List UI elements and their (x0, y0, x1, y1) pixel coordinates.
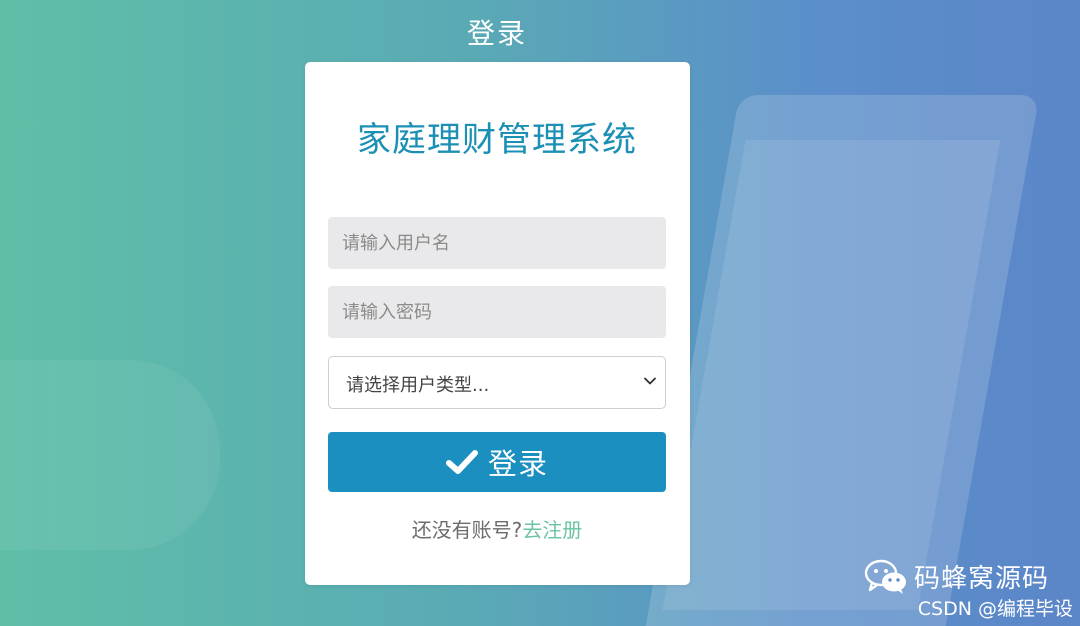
password-input[interactable] (328, 286, 666, 338)
login-button[interactable]: 登录 (328, 432, 666, 492)
user-type-select[interactable]: 请选择用户类型... (328, 356, 666, 409)
check-icon (445, 450, 478, 474)
system-title: 家庭理财管理系统 (357, 120, 637, 160)
chevron-down-icon (644, 377, 656, 385)
register-prompt-text: 还没有账号? (411, 518, 523, 542)
watermark-brand-text: 码蜂窝源码 (914, 564, 1050, 594)
login-button-content: 登录 (328, 432, 666, 492)
user-type-selected-value: 请选择用户类型... (346, 375, 490, 396)
wechat-icon (864, 559, 906, 594)
login-button-label: 登录 (487, 449, 548, 481)
register-prompt: 还没有账号?去注册 (0, 514, 994, 543)
register-link[interactable]: 去注册 (522, 518, 582, 542)
username-input[interactable] (328, 217, 666, 269)
page-title: 登录 (466, 17, 527, 50)
csdn-watermark: CSDN @编程毕设 (917, 598, 1073, 620)
watermark-brand: 码蜂窝源码 (864, 558, 1049, 595)
